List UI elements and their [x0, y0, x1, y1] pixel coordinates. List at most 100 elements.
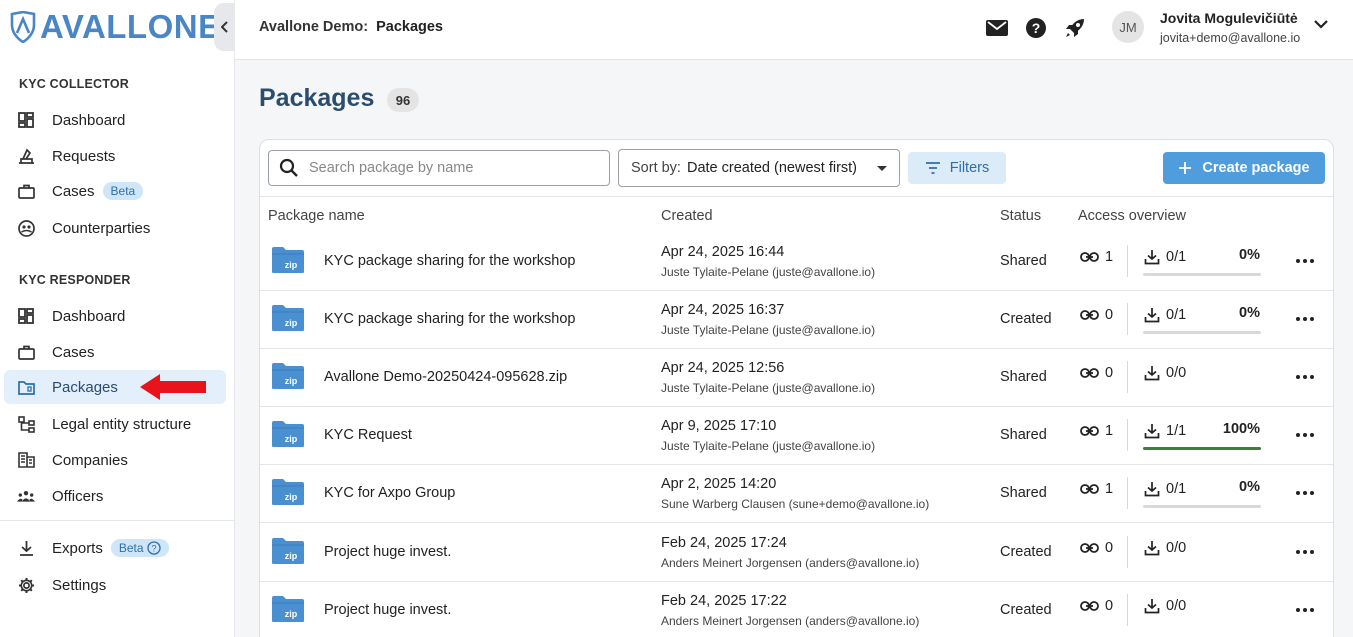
more-actions-icon[interactable]: [1294, 426, 1316, 444]
divider: [1127, 419, 1128, 451]
chevron-left-icon: [221, 21, 228, 33]
links-count: 1: [1105, 249, 1114, 265]
search-input[interactable]: [309, 160, 599, 176]
downloads: 0/1: [1144, 305, 1186, 325]
table-row[interactable]: zip KYC package sharing for the workshop A…: [260, 233, 1333, 291]
zip-folder-icon: zip: [272, 596, 304, 622]
created-date: Apr 24, 2025 12:56: [661, 360, 785, 376]
sidebar-item-companies[interactable]: Companies: [4, 443, 226, 477]
package-name[interactable]: KYC Request: [324, 427, 412, 443]
create-package-button[interactable]: Create package: [1163, 152, 1325, 184]
package-name[interactable]: KYC package sharing for the workshop: [324, 253, 575, 269]
help-circle-icon[interactable]: ?: [146, 541, 161, 555]
rocket-icon[interactable]: [1063, 16, 1087, 40]
dashboard-icon: [17, 307, 35, 325]
downloads-count: 0/0: [1166, 365, 1187, 381]
sidebar-item-requests[interactable]: Requests: [4, 139, 226, 173]
downloads-count: 0/1: [1166, 249, 1187, 265]
links-count: 0: [1105, 307, 1114, 323]
more-actions-icon[interactable]: [1294, 484, 1316, 502]
created-by: Juste Tylaite-Pelane (juste@avallone.io): [661, 323, 876, 337]
counterparties-icon: [17, 219, 35, 237]
share-links[interactable]: 0: [1080, 305, 1113, 325]
created-date: Apr 24, 2025 16:37: [661, 302, 785, 318]
status-text: Shared: [1000, 369, 1047, 385]
more-actions-icon[interactable]: [1294, 310, 1316, 328]
topbar: Avallone Demo: Packages ? JM Jovita Mogu…: [235, 0, 1353, 60]
more-actions-icon[interactable]: [1294, 543, 1316, 561]
package-name[interactable]: Avallone Demo-20250424-095628.zip: [324, 369, 567, 385]
beta-badge: Beta: [102, 182, 144, 200]
sidebar-item-responder-cases[interactable]: Cases: [4, 335, 226, 369]
zip-folder-icon: zip: [272, 479, 304, 505]
sidebar-item-exports[interactable]: Exports Beta ?: [4, 531, 226, 565]
sidebar-item-collector-cases[interactable]: Cases Beta: [4, 174, 226, 208]
column-header-status: Status: [1000, 208, 1042, 224]
requests-icon: [17, 147, 35, 165]
divider: [1127, 303, 1128, 335]
created-by: Juste Tylaite-Pelane (juste@avallone.io): [661, 381, 876, 395]
breadcrumb-root[interactable]: Avallone Demo:: [259, 19, 368, 35]
column-header-package-name: Package name: [268, 208, 365, 224]
share-links[interactable]: 0: [1080, 596, 1113, 616]
more-actions-icon[interactable]: [1294, 601, 1316, 619]
sidebar-item-legal-entity-structure[interactable]: Legal entity structure: [4, 407, 226, 441]
user-name[interactable]: Jovita Mogulevičiūtė: [1160, 10, 1298, 26]
sidebar-item-settings[interactable]: Settings: [4, 568, 226, 602]
zip-icon-label: zip: [285, 260, 298, 270]
created-by: Juste Tylaite-Pelane (juste@avallone.io): [661, 439, 876, 453]
filters-button[interactable]: Filters: [908, 152, 1006, 184]
chevron-down-icon[interactable]: [1314, 19, 1328, 29]
table-row[interactable]: zip KYC for Axpo Group Apr 2, 2025 14:20 Su…: [260, 465, 1333, 523]
package-name[interactable]: KYC for Axpo Group: [324, 485, 455, 501]
collapse-sidebar-button[interactable]: [214, 3, 236, 51]
divider: [1127, 361, 1128, 393]
share-links[interactable]: 1: [1080, 247, 1113, 267]
downloads: 0/0: [1144, 596, 1186, 616]
sidebar-item-label: Companies: [52, 451, 128, 469]
table-row[interactable]: zip KYC Request Apr 9, 2025 17:10 Juste Tyl…: [260, 407, 1333, 465]
created-date: Apr 2, 2025 14:20: [661, 476, 777, 492]
package-icon: [17, 378, 35, 396]
zip-folder-icon: zip: [272, 538, 304, 564]
column-header-created: Created: [661, 208, 713, 224]
sort-value: Date created (newest first): [686, 160, 858, 176]
progress-bar: [1143, 331, 1261, 334]
share-links[interactable]: 1: [1080, 421, 1113, 441]
beta-badge-label: Beta: [118, 541, 144, 555]
sort-select[interactable]: Sort by: Date created (newest first): [618, 149, 900, 187]
section-title-kyc-responder: KYC RESPONDER: [19, 273, 131, 287]
zip-icon-label: zip: [285, 318, 298, 328]
packages-card: Sort by: Date created (newest first) Fil…: [259, 139, 1334, 637]
share-links[interactable]: 1: [1080, 479, 1113, 499]
logo[interactable]: AVALLONE: [10, 8, 221, 46]
more-actions-icon[interactable]: [1294, 368, 1316, 386]
status-text: Shared: [1000, 427, 1047, 443]
sidebar-item-officers[interactable]: Officers: [4, 479, 226, 513]
table-row[interactable]: zip KYC package sharing for the workshop A…: [260, 291, 1333, 349]
help-icon[interactable]: ?: [1024, 16, 1048, 40]
status-text: Created: [1000, 311, 1052, 327]
sidebar-item-responder-dashboard[interactable]: Dashboard: [4, 299, 226, 333]
avatar[interactable]: JM: [1112, 11, 1144, 43]
zip-icon-label: zip: [285, 609, 298, 619]
table-row[interactable]: zip Project huge invest. Feb 24, 2025 17:2…: [260, 524, 1333, 582]
more-actions-icon[interactable]: [1294, 252, 1316, 270]
share-links[interactable]: 0: [1080, 363, 1113, 383]
sidebar-item-label: Cases: [52, 182, 95, 200]
download-icon: [1144, 250, 1160, 265]
table-row[interactable]: zip Avallone Demo-20250424-095628.zip Apr …: [260, 349, 1333, 407]
download-percent: 0%: [1239, 305, 1260, 321]
share-links[interactable]: 0: [1080, 538, 1113, 558]
package-name[interactable]: Project huge invest.: [324, 544, 451, 560]
downloads-count: 0/1: [1166, 307, 1187, 323]
mail-icon[interactable]: [985, 16, 1009, 40]
search-field[interactable]: [268, 150, 610, 186]
sidebar-item-counterparties[interactable]: Counterparties: [4, 211, 226, 245]
sidebar-item-collector-dashboard[interactable]: Dashboard: [4, 103, 226, 137]
section-title-kyc-collector: KYC COLLECTOR: [19, 77, 130, 91]
table-row[interactable]: zip Project huge invest. Feb 24, 2025 17:2…: [260, 582, 1333, 637]
sidebar-item-label: Requests: [52, 147, 116, 165]
package-name[interactable]: Project huge invest.: [324, 602, 451, 618]
package-name[interactable]: KYC package sharing for the workshop: [324, 311, 575, 327]
